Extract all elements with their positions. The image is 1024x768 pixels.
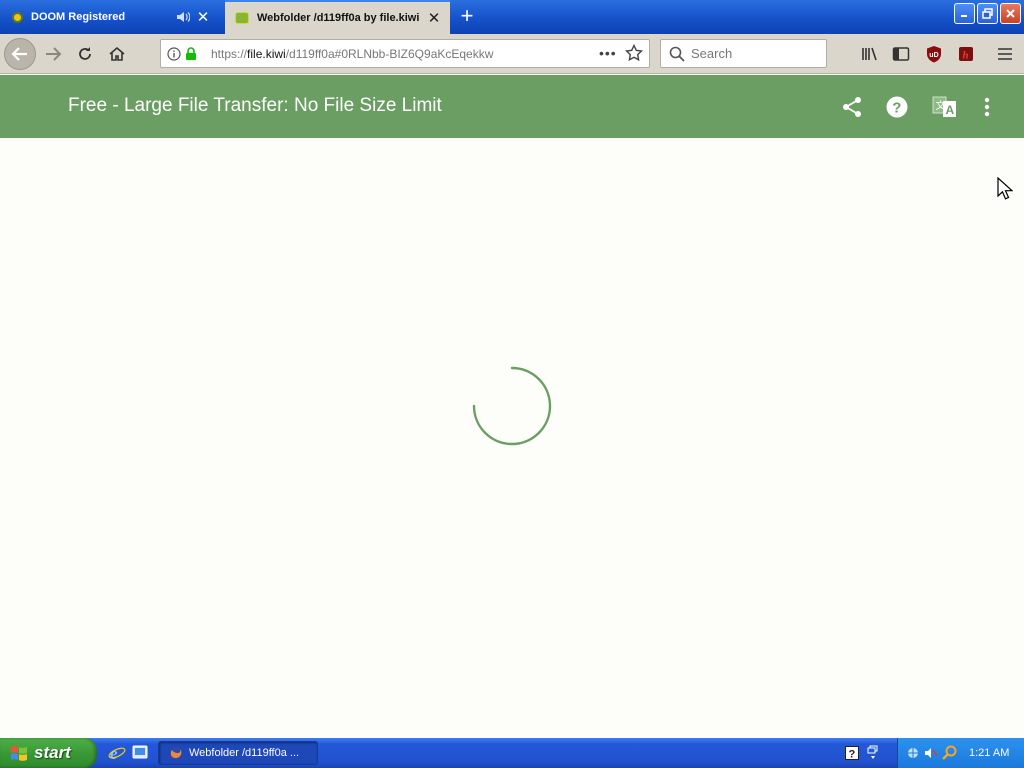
share-button[interactable] [839, 94, 865, 120]
page-title: Free - Large File Transfer: No File Size… [68, 95, 442, 116]
new-tab-plus-icon[interactable]: + [456, 5, 478, 27]
home-icon [109, 46, 125, 61]
tab-webfolder[interactable]: Webfolder /d119ff0a by file.kiwi ✕ [225, 0, 450, 34]
restore-icon [982, 8, 993, 19]
lock-icon[interactable] [185, 46, 197, 61]
help-tray-icon[interactable]: ? [845, 746, 859, 760]
close-tab-icon[interactable]: ✕ [427, 10, 441, 27]
forward-button[interactable] [38, 39, 68, 69]
search-input[interactable]: Search [691, 46, 732, 61]
url-text: https://file.kiwi/d119ff0a#0RLNbb-BIZ6Q9… [211, 47, 591, 61]
minimize-window-button[interactable] [954, 3, 975, 24]
kiwi-favicon-icon [235, 12, 249, 24]
help-button[interactable]: ? [884, 94, 910, 120]
search-tray-icon[interactable] [942, 745, 958, 761]
info-icon[interactable] [167, 46, 181, 61]
url-path: /d119ff0a#0RLNbb-BIZ6Q9aKcEqekkw [285, 46, 494, 61]
sidebar-icon [892, 47, 910, 61]
hamburger-menu-button[interactable] [994, 43, 1016, 65]
taskbar-item-label: Webfolder /d119ff0a ... [189, 747, 300, 759]
svg-text:A: A [946, 103, 955, 117]
loading-spinner-icon [472, 366, 552, 446]
search-bar[interactable]: Search [660, 39, 827, 68]
star-icon[interactable] [625, 44, 643, 62]
start-button[interactable]: start [0, 738, 97, 768]
back-button[interactable] [4, 38, 36, 70]
doom-favicon-icon [12, 11, 23, 23]
restore-window-button[interactable] [977, 3, 998, 24]
start-label: start [34, 743, 71, 762]
system-tray: 1:21 AM [897, 738, 1024, 768]
library-button[interactable] [859, 43, 881, 65]
firefox-icon [170, 747, 182, 759]
show-desktop-icon[interactable] [131, 744, 149, 762]
help-icon: ? [886, 96, 908, 118]
svg-text:?: ? [849, 749, 856, 761]
ublock-button[interactable]: uD [923, 43, 945, 65]
close-window-button[interactable] [1000, 3, 1021, 24]
svg-text:?: ? [892, 100, 901, 117]
windows-logo-icon [11, 746, 27, 761]
speaker-icon[interactable] [176, 10, 190, 24]
more-options-button[interactable] [974, 94, 1000, 120]
mouse-cursor-icon [997, 177, 1013, 200]
svg-text:h: h [963, 50, 969, 62]
network-tray-icon[interactable] [906, 746, 920, 760]
hamburger-menu-icon [998, 48, 1012, 60]
tab-strip: DOOM Registered ✕ Webfolder /d119ff0a by… [0, 0, 1024, 34]
more-vert-icon [984, 97, 990, 117]
page-content [0, 138, 1024, 738]
speaker-tray-icon[interactable] [924, 746, 938, 760]
share-icon [843, 97, 861, 117]
address-bar[interactable]: https://file.kiwi/d119ff0a#0RLNbb-BIZ6Q9… [160, 39, 650, 68]
reload-icon [79, 47, 91, 60]
navigation-toolbar: https://file.kiwi/d119ff0a#0RLNbb-BIZ6Q9… [0, 34, 1024, 74]
clock[interactable]: 1:21 AM [969, 747, 1009, 759]
library-icon [862, 47, 877, 61]
taskbar: start e Webfolder /d119ff0a ... ? 1:21 A… [0, 738, 1024, 768]
translate-button[interactable]: 文 A [932, 94, 958, 120]
url-host: file.kiwi [247, 46, 286, 61]
restore-tray-icon[interactable] [867, 745, 879, 761]
tab-title: Webfolder /d119ff0a by file.kiwi [257, 12, 420, 24]
extension-icon: h [959, 47, 973, 62]
extension-button[interactable]: h [955, 43, 977, 65]
close-icon [1006, 9, 1015, 18]
tab-doom-registered[interactable]: DOOM Registered ✕ [0, 0, 225, 34]
internet-explorer-icon[interactable]: e [108, 744, 126, 762]
tab-title: DOOM Registered [31, 11, 126, 23]
reload-button[interactable] [70, 39, 100, 69]
url-scheme: https:// [211, 46, 248, 61]
page-actions-icon[interactable]: ••• [599, 45, 617, 61]
search-icon [669, 46, 685, 62]
svg-text:uD: uD [929, 52, 938, 59]
home-button[interactable] [102, 39, 132, 69]
close-tab-icon[interactable]: ✕ [196, 9, 210, 26]
app-header: Free - Large File Transfer: No File Size… [0, 75, 1024, 138]
forward-arrow-icon [46, 47, 62, 61]
taskbar-item-webfolder[interactable]: Webfolder /d119ff0a ... [158, 741, 318, 765]
sidebar-button[interactable] [890, 43, 912, 65]
translate-icon: 文 A [932, 96, 956, 117]
ublock-icon: uD [927, 46, 941, 63]
back-arrow-icon [11, 47, 27, 61]
minimize-icon [961, 15, 967, 17]
